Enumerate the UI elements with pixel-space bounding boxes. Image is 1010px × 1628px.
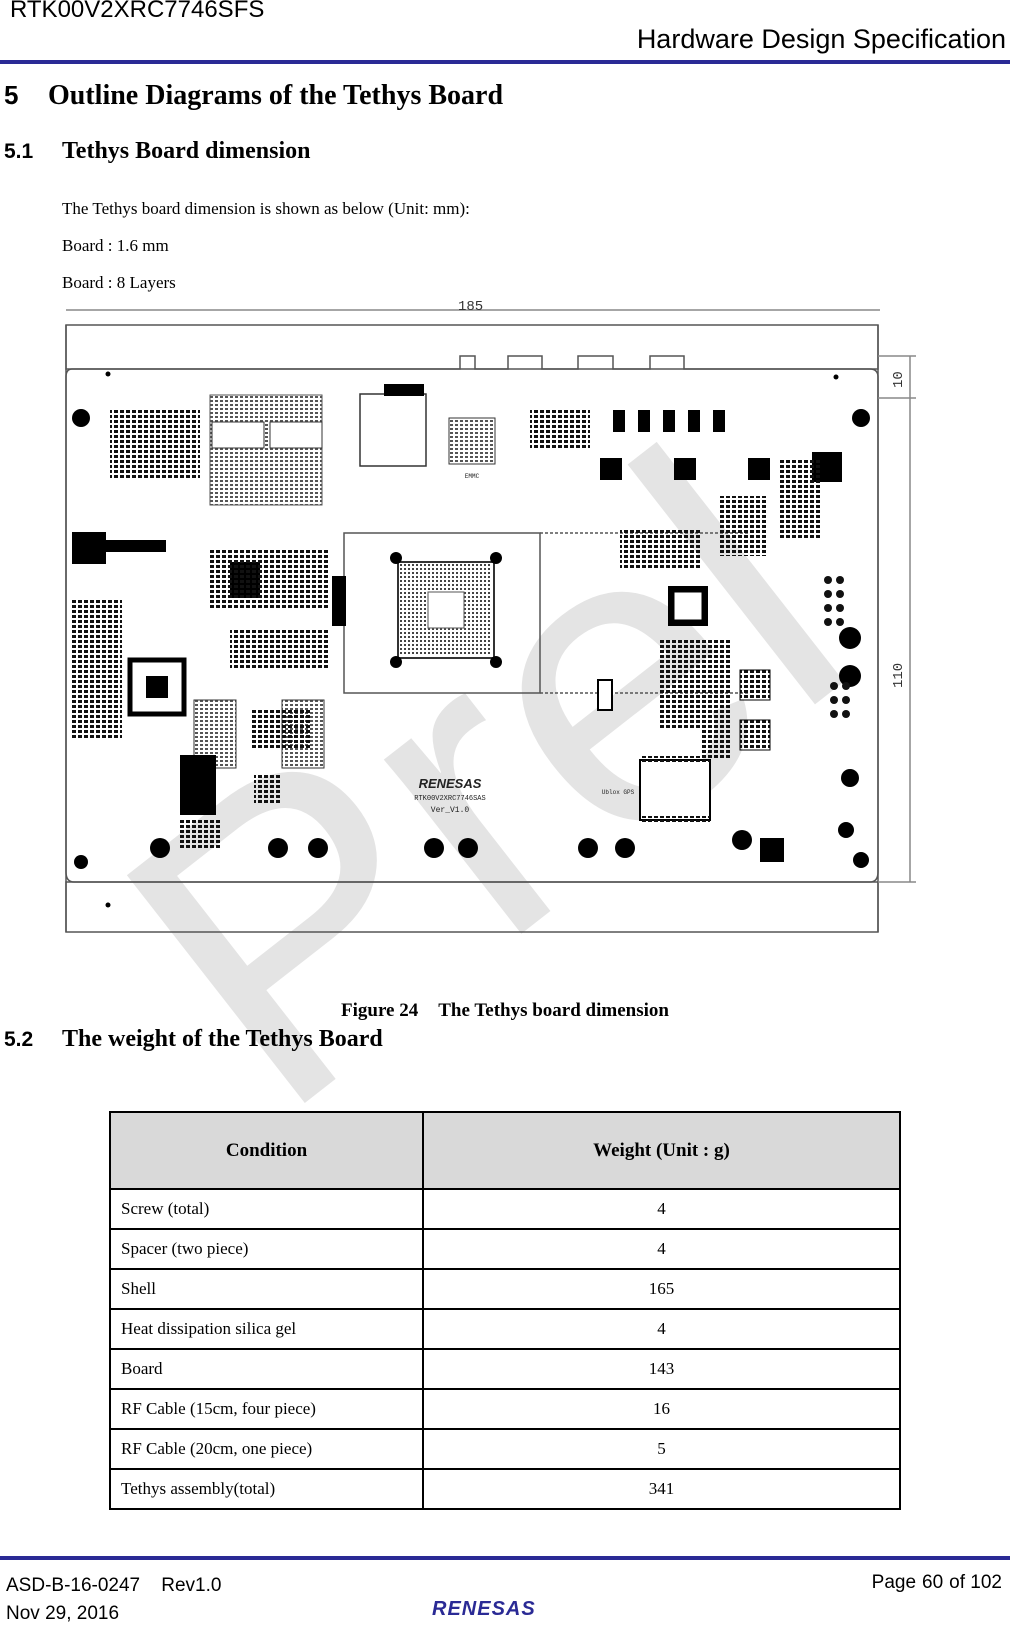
page-number: 60 — [922, 1572, 944, 1593]
page-total: of 102 — [949, 1572, 1002, 1593]
weight-cell: 5 — [422, 1428, 901, 1470]
document-title: Hardware Design Specification — [636, 24, 1006, 54]
section-number: 5 — [4, 80, 19, 110]
board-outline-diagram: 185 10 110 RENESAS RTK00V2XRC7746SAS Ver… — [65, 300, 916, 933]
silkscreen-part: RTK00V2XRC7746SAS — [414, 795, 485, 803]
paragraph: Board : 8 Layers — [62, 273, 176, 292]
column-header-weight: Weight (Unit : g) — [422, 1111, 901, 1190]
doc-number: ASD-B-16-0247 — [6, 1575, 141, 1596]
revision: Rev1.0 — [161, 1575, 222, 1596]
condition-cell: Spacer (two piece) — [109, 1228, 424, 1270]
condition-cell: RF Cable (20cm, one piece) — [109, 1428, 424, 1470]
dim-width-label: 185 — [458, 300, 483, 315]
table-row: Shell 165 — [109, 1268, 901, 1310]
figure-caption: Figure 24 The Tethys board dimension — [0, 1000, 1010, 1022]
table-row: Board 143 — [109, 1348, 901, 1390]
shell-top — [65, 324, 879, 370]
table-header-row: Condition Weight (Unit : g) — [109, 1111, 901, 1190]
weight-cell: 16 — [422, 1388, 901, 1430]
header-rule — [0, 60, 1010, 64]
table-row: Spacer (two piece) 4 — [109, 1228, 901, 1270]
condition-cell: Tethys assembly(total) — [109, 1468, 424, 1510]
silkscreen-logo: RENESAS — [419, 776, 482, 791]
condition-cell: Shell — [109, 1268, 424, 1310]
page-indicator: Page 60 of 102 — [866, 1572, 1002, 1594]
condition-cell: Heat dissipation silica gel — [109, 1308, 424, 1350]
weight-table: Condition Weight (Unit : g) Screw (total… — [109, 1111, 901, 1510]
weight-cell: 4 — [422, 1188, 901, 1230]
paragraph: The Tethys board dimension is shown as b… — [62, 199, 470, 218]
weight-cell: 4 — [422, 1308, 901, 1350]
condition-cell: Board — [109, 1348, 424, 1390]
dim-top-label: 10 — [891, 371, 907, 388]
paragraph: Board : 1.6 mm — [62, 236, 169, 255]
renesas-logo: RENESAS — [432, 1598, 536, 1620]
shell-bottom — [65, 881, 879, 933]
table-row: Screw (total) 4 — [109, 1188, 901, 1230]
silkscreen-emmc: EMMC — [465, 473, 480, 480]
section-number: 5.1 — [4, 140, 34, 163]
table-row: RF Cable (20cm, one piece) 5 — [109, 1428, 901, 1470]
weight-cell: 143 — [422, 1348, 901, 1390]
section-title: Tethys Board dimension — [62, 138, 311, 164]
page-label: Page — [871, 1572, 917, 1593]
weight-cell: 4 — [422, 1228, 901, 1270]
section-5-heading: 5 Outline Diagrams of the Tethys Board — [4, 80, 503, 112]
weight-cell: 165 — [422, 1268, 901, 1310]
footer-rule — [0, 1556, 1010, 1560]
silkscreen-module: Ublox GPS — [602, 789, 635, 796]
dim-height-label: 110 — [891, 663, 907, 688]
column-header-condition: Condition — [109, 1111, 424, 1190]
condition-cell: RF Cable (15cm, four piece) — [109, 1388, 424, 1430]
figure-label: Figure 24 — [341, 1000, 419, 1021]
table-row: Heat dissipation silica gel 4 — [109, 1308, 901, 1350]
table-row: RF Cable (15cm, four piece) 16 — [109, 1388, 901, 1430]
section-number: 5.2 — [4, 1028, 34, 1051]
document-id: RTK00V2XRC7746SFS — [10, 0, 265, 23]
section-5-2-heading: 5.2 The weight of the Tethys Board — [4, 1026, 383, 1053]
date: Nov 29, 2016 — [6, 1603, 120, 1624]
footer-left: ASD-B-16-0247 Rev1.0 Nov 29, 2016 — [6, 1572, 221, 1628]
section-5-1-heading: 5.1 Tethys Board dimension — [4, 138, 311, 165]
condition-cell: Screw (total) — [109, 1188, 424, 1230]
figure-title: The Tethys board dimension — [438, 1000, 669, 1021]
weight-cell: 341 — [422, 1468, 901, 1510]
section-title: Outline Diagrams of the Tethys Board — [48, 80, 504, 111]
silkscreen-version: Ver_V1.0 — [431, 806, 470, 815]
table-row: Tethys assembly(total) 341 — [109, 1468, 901, 1510]
section-title: The weight of the Tethys Board — [62, 1026, 383, 1052]
